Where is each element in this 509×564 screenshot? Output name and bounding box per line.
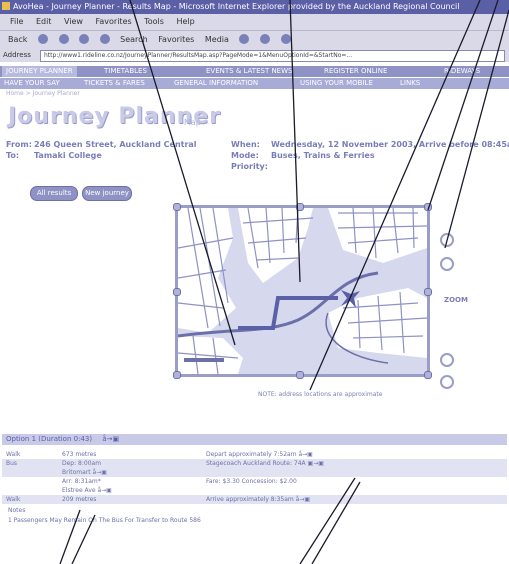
media-button[interactable]: Media [205,31,229,49]
forward-icon[interactable] [37,34,48,44]
map-pan-se[interactable] [424,371,432,379]
page-subtitle: Map [184,118,201,127]
map-scale-bar [184,358,224,362]
secondary-nav: HAVE YOUR SAY TICKETS & FARES GENERAL IN… [0,78,509,89]
map-pan-sw[interactable] [173,371,181,379]
menu-edit[interactable]: Edit [36,17,52,26]
menu-bar: File Edit View Favorites Tools Help [0,14,509,30]
option-title: Option 1 (Duration 0:43) [6,435,93,443]
nav-general-info[interactable]: GENERAL INFORMATION [174,78,258,89]
zoom-control [438,205,460,405]
from-label: From: [6,140,32,149]
home-icon[interactable] [99,34,110,44]
browser-screen: AvoHea - Journey Planner - Results Map -… [0,0,509,564]
map-note: NOTE: address locations are approximate [258,391,383,398]
refresh-icon[interactable] [79,34,90,44]
priority-label: Priority: [231,162,268,171]
address-bar: Address http://www1.rideline.co.nz/Journ… [0,48,509,62]
option-icons[interactable]: å→▣ [102,435,119,443]
browser-toolbar: Back Search Favorites Media [0,30,509,49]
to-label: To: [6,151,20,160]
zoom-label: ZOOM [444,296,468,304]
when-label: When: [231,140,260,149]
app-icon [2,2,10,10]
route-map[interactable] [173,203,432,379]
breadcrumb: Home > Journey Planner [6,90,80,97]
map-pan-nw[interactable] [173,203,181,211]
results-table: Option 1 (Duration 0:43) å→▣ Walk 673 me… [0,434,509,564]
mode-label: Mode: [231,151,259,160]
menu-help[interactable]: Help [176,17,194,26]
when-value: Wednesday, 12 November 2003, Arrive befo… [271,140,509,149]
nav-timetables[interactable]: TIMETABLES [104,66,147,77]
address-input[interactable]: http://www1.rideline.co.nz/JourneyPlanne… [40,50,505,62]
nav-journey-planner[interactable]: JOURNEY PLANNER [2,66,77,77]
table-row: Walk 209 metres Arrive approximately 8:3… [2,495,507,504]
mode-value: Buses, Trains & Ferries [271,151,375,160]
window-title: AvoHea - Journey Planner - Results Map -… [13,2,460,11]
mail-icon[interactable] [260,34,270,44]
zoom-step-icon[interactable] [440,257,454,271]
zoom-out-icon[interactable] [440,375,454,389]
print-icon[interactable] [280,34,291,44]
menu-favorites[interactable]: Favorites [96,17,132,26]
nav-events[interactable]: EVENTS & LATEST NEWS [206,66,292,77]
all-results-button[interactable]: All results [30,186,78,201]
from-value: 246 Queen Street, Auckland Central [34,140,197,149]
nav-tickets-fares[interactable]: TICKETS & FARES [84,78,145,89]
table-row: Arr: 8:31am* Fare: $3.30 Concession: $2.… [62,478,297,485]
primary-nav: JOURNEY PLANNER TIMETABLES EVENTS & LATE… [0,66,509,77]
favorites-button[interactable]: Favorites [158,31,194,49]
to-value: Tamaki College [34,151,102,160]
new-journey-button[interactable]: New journey [82,186,132,201]
stop-icon[interactable] [58,34,69,44]
nav-using-mobile[interactable]: USING YOUR MOBILE [300,78,373,89]
map-pan-w[interactable] [173,288,181,296]
back-button[interactable]: Back [8,31,27,49]
note-item: 1 Passengers May Remain On The Bus For T… [8,517,201,524]
nav-have-your-say[interactable]: HAVE YOUR SAY [4,78,60,89]
map-pan-n[interactable] [296,203,304,211]
nav-rideways[interactable]: RIDEWAYS [444,66,480,77]
menu-tools[interactable]: Tools [144,17,164,26]
zoom-in-icon[interactable] [440,233,454,247]
history-icon[interactable] [239,34,250,44]
zoom-step-icon[interactable] [440,353,454,367]
map-pan-s[interactable] [296,371,304,379]
option-header: Option 1 (Duration 0:43) å→▣ [2,434,507,445]
address-label: Address [3,51,31,59]
map-canvas [178,208,427,374]
notes-heading: Notes [8,507,26,514]
table-row: Elstree Ave å→▣ [62,487,112,494]
table-row: Bus Dep: 8:00am Stagecoach Auckland Rout… [2,459,507,468]
window-titlebar: AvoHea - Journey Planner - Results Map -… [0,0,509,14]
nav-register[interactable]: REGISTER ONLINE [324,66,387,77]
nav-links[interactable]: LINKS [400,78,420,89]
search-button[interactable]: Search [120,31,147,49]
menu-view[interactable]: View [64,17,83,26]
menu-file[interactable]: File [10,17,23,26]
map-pan-e[interactable] [424,288,432,296]
map-pan-ne[interactable] [424,203,432,211]
table-row: Britomart å→▣ [2,468,507,477]
table-row: Walk 673 metres Depart approximately 7:5… [6,451,313,458]
